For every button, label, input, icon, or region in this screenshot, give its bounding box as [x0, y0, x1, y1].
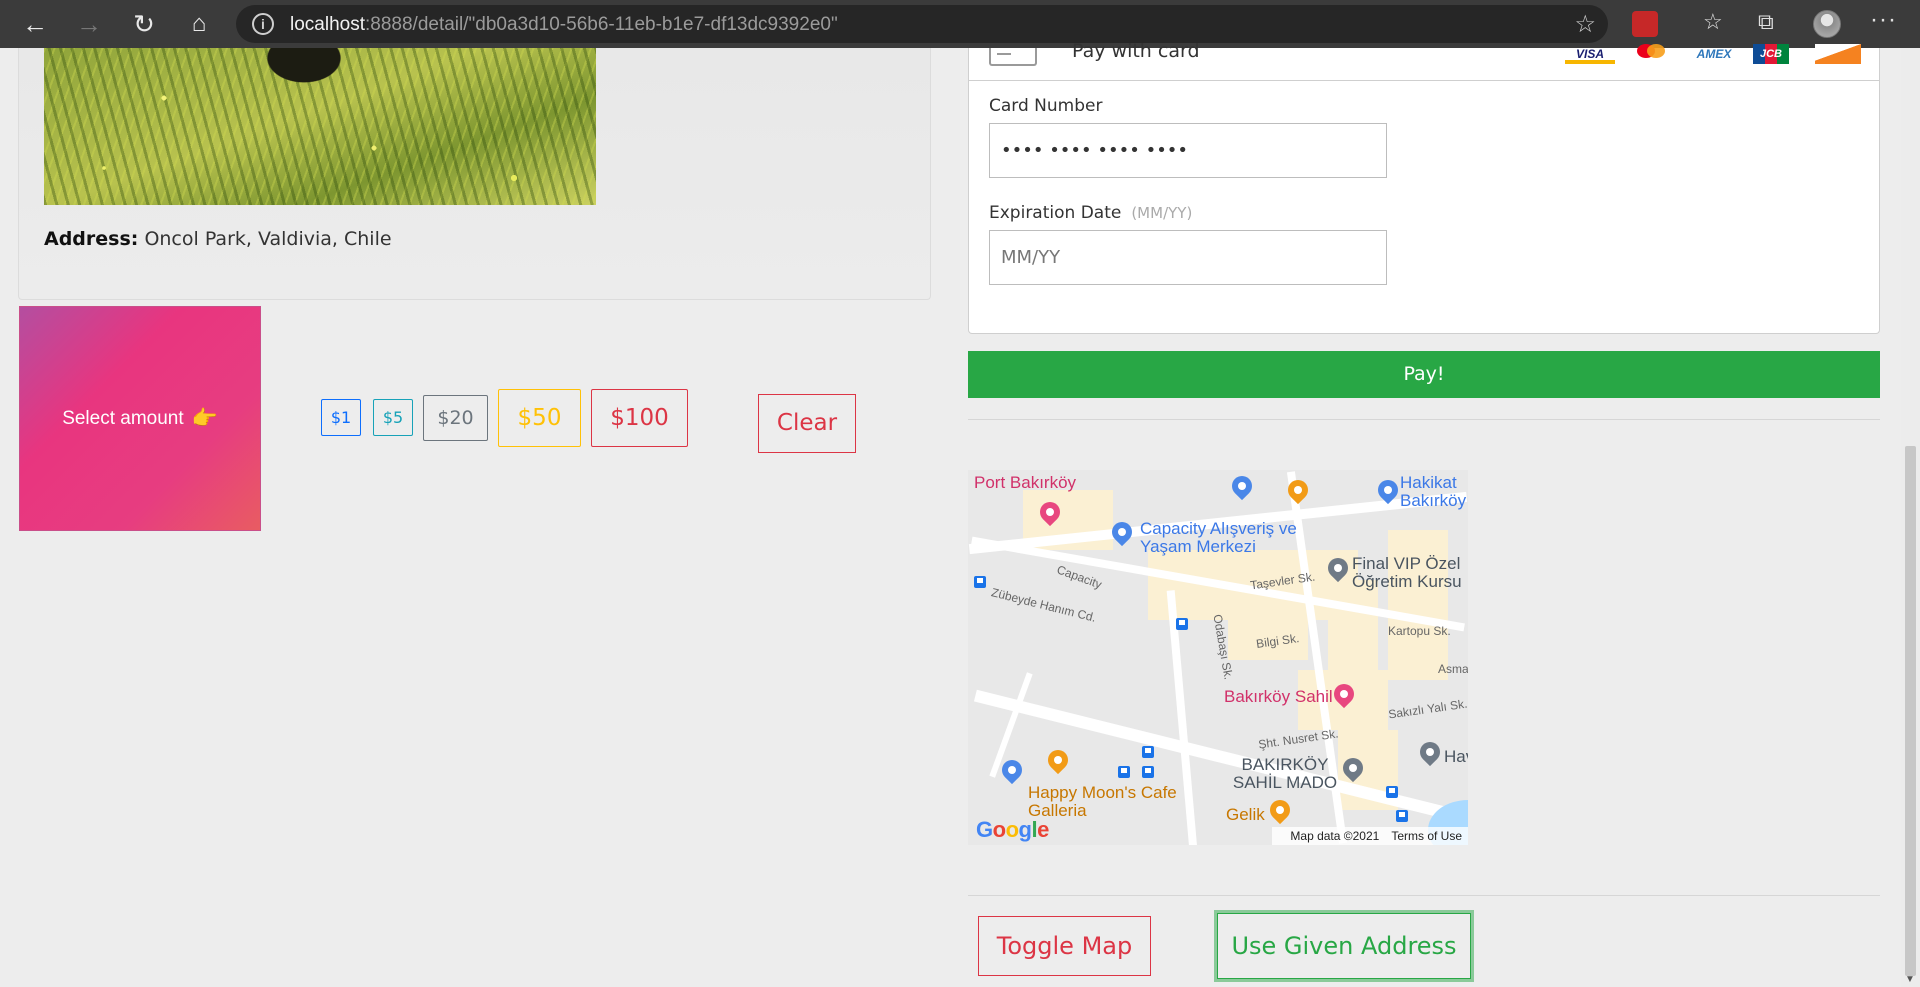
map-place-mado[interactable]: BAKIRKÖY SAHİL MADO	[1230, 756, 1340, 792]
pay-button[interactable]: Pay!	[968, 351, 1880, 398]
page-scrollbar[interactable]: ▼	[1901, 48, 1920, 987]
expiration-date-label: Expiration Date (MM/YY)	[989, 203, 1193, 223]
amount-20-button[interactable]: $20	[423, 395, 488, 441]
map-place-port[interactable]: Port Bakırköy	[974, 474, 1076, 492]
jcb-logo: JCB	[1753, 44, 1789, 64]
favorite-star-icon[interactable]: ☆	[1574, 10, 1596, 39]
map-place-final[interactable]: Final VIP Özel Öğretim Kursu	[1352, 555, 1468, 591]
visa-logo: VISA	[1565, 44, 1615, 64]
terms-of-use-link[interactable]: Terms of Use	[1391, 829, 1462, 843]
scrollbar-thumb[interactable]	[1905, 446, 1916, 976]
pay-with-card-label: Pay with card	[1072, 40, 1200, 62]
back-icon[interactable]: ←	[18, 8, 52, 40]
discover-logo	[1815, 44, 1861, 64]
refresh-icon[interactable]: ↻	[127, 8, 161, 40]
street-capacity: Capacity	[1055, 562, 1104, 592]
info-icon[interactable]: i	[252, 13, 274, 35]
profile-avatar[interactable]	[1813, 10, 1841, 38]
pay-with-card-header: Pay with card VISA AMEX JCB	[969, 40, 1879, 81]
url-text: localhost:8888/detail/"db0a3d10-56b6-11e…	[290, 14, 838, 35]
use-given-address-button[interactable]: Use Given Address	[1217, 913, 1471, 979]
toggle-map-button[interactable]: Toggle Map	[978, 916, 1151, 976]
map-place-capacity[interactable]: Capacity Alışveriş ve Yaşam Merkezi	[1140, 520, 1300, 556]
map-place-hakikat[interactable]: Hakikat Bakırköy	[1400, 474, 1468, 510]
card-number-input[interactable]: •••• •••• •••• ••••	[989, 123, 1387, 178]
street-zubeyde: Zübeyde Hanım Cd.	[989, 585, 1098, 625]
street-sakizli: Sakızlı Yalı Sk.	[1387, 696, 1468, 722]
home-icon[interactable]: ⌂	[182, 8, 216, 40]
pointing-hand-icon: 👉	[191, 406, 218, 430]
map-place-gelik[interactable]: Gelik	[1226, 806, 1265, 824]
select-amount-panel: Select amount 👉	[19, 306, 261, 531]
extension-icon[interactable]	[1632, 11, 1658, 37]
card-number-label: Card Number	[989, 96, 1103, 116]
clear-button[interactable]: Clear	[758, 394, 856, 453]
amount-1-button[interactable]: $1	[321, 399, 361, 436]
amount-100-button[interactable]: $100	[591, 389, 688, 447]
divider	[968, 895, 1880, 896]
favorites-icon[interactable]: ☆	[1703, 9, 1723, 35]
forward-icon[interactable]: →	[72, 8, 106, 40]
credit-card-icon	[989, 48, 1037, 66]
map-place-happy[interactable]: Happy Moon's Cafe Galleria	[1028, 784, 1188, 820]
address-line: Address: Oncol Park, Valdivia, Chile	[44, 228, 392, 250]
amount-50-button[interactable]: $50	[498, 389, 581, 447]
amount-5-button[interactable]: $5	[373, 399, 413, 436]
more-options-icon[interactable]: ···	[1870, 6, 1897, 34]
amex-logo: AMEX	[1696, 47, 1732, 61]
map-place-hav[interactable]: Hav	[1444, 748, 1468, 766]
map-widget[interactable]: Port Bakırköy Hakikat Bakırköy Capacity …	[968, 470, 1468, 845]
payment-form: Pay with card VISA AMEX JCB Card Number …	[968, 40, 1880, 334]
address-bar[interactable]: i localhost:8888/detail/"db0a3d10-56b6-1…	[236, 5, 1608, 43]
collections-icon[interactable]: ⧉	[1758, 9, 1774, 35]
map-attribution: Map data ©2021 Terms of Use	[1272, 827, 1468, 845]
divider	[968, 419, 1880, 420]
street-kartopu: Kartopu Sk.	[1388, 624, 1451, 638]
map-place-sahil[interactable]: Bakırköy Sahil	[1224, 688, 1333, 706]
browser-toolbar: ← → ↻ ⌂ i localhost:8888/detail/"db0a3d1…	[0, 0, 1920, 48]
google-logo: Google	[976, 817, 1049, 842]
mastercard-logo	[1631, 44, 1671, 64]
scroll-down-arrow-icon[interactable]: ▼	[1905, 974, 1915, 985]
map-data-text: Map data ©2021	[1290, 829, 1380, 843]
street-asma: Asma	[1438, 662, 1468, 676]
select-amount-label: Select amount	[62, 407, 184, 429]
expiration-date-input[interactable]: MM/YY	[989, 230, 1387, 285]
location-photo	[44, 48, 596, 205]
